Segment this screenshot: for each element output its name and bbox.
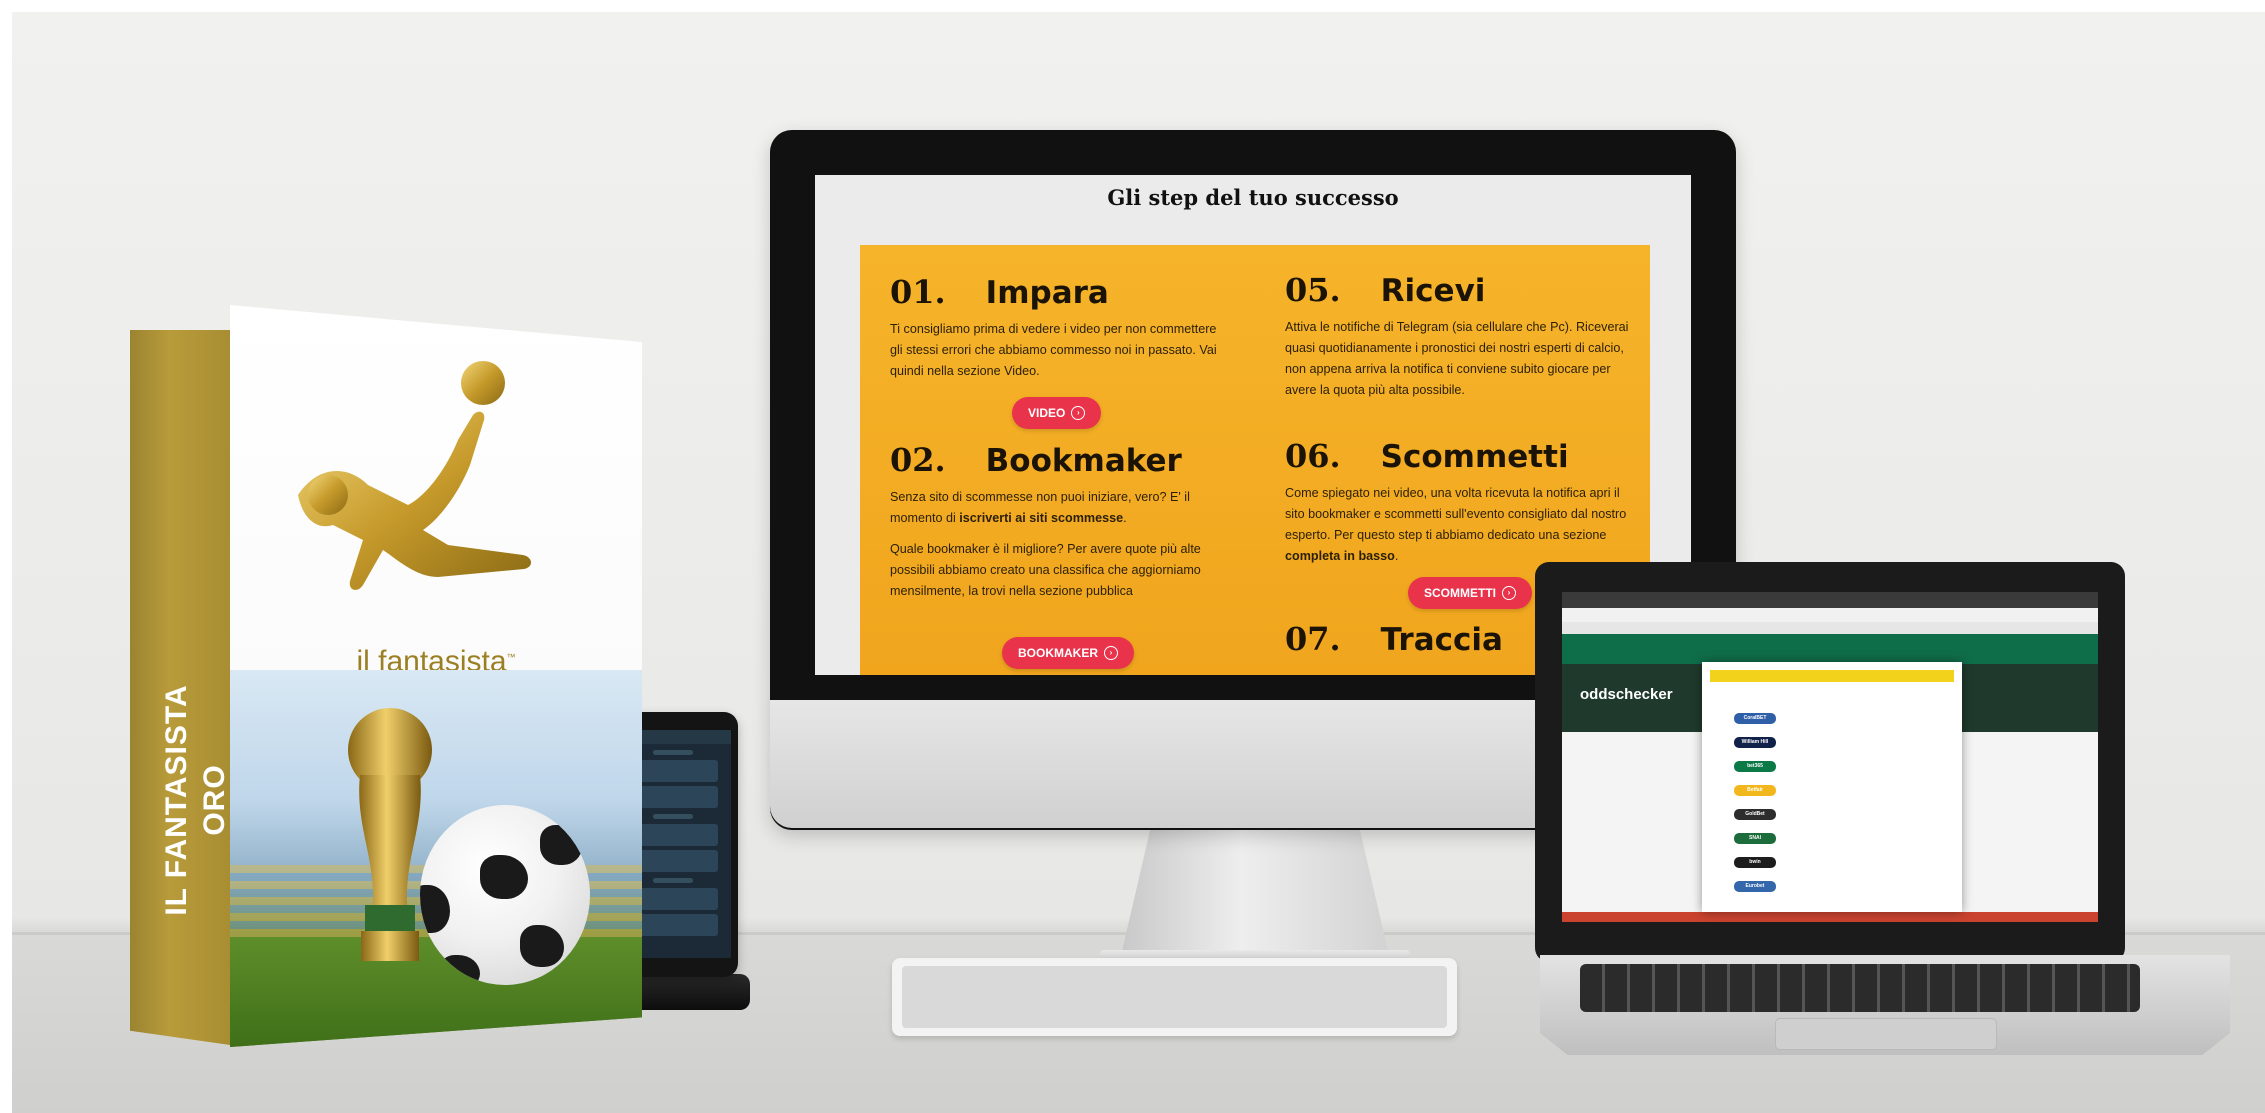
bookmaker-modal: CoralBET William Hill bet365 Betfair GoldBet… bbox=[1702, 662, 1962, 912]
browser-tabs bbox=[1562, 592, 2098, 608]
laptop-keyboard bbox=[1580, 964, 2140, 1012]
step-number: 01. bbox=[890, 273, 946, 311]
bookmaker-logo: Eurobet bbox=[1734, 881, 1776, 892]
step-title: Traccia bbox=[1380, 622, 1503, 658]
gold-bicycle-kick-player-icon bbox=[298, 361, 532, 590]
step-description: Attiva le notifiche di Telegram (sia cel… bbox=[1285, 320, 1629, 397]
step-title: Bookmaker bbox=[985, 443, 1182, 479]
bookmaker-logo: CoralBET bbox=[1734, 713, 1776, 724]
trademark-mark: ™ bbox=[506, 652, 516, 662]
spine-subtitle: ORO bbox=[198, 764, 231, 836]
step-text: . bbox=[1123, 511, 1127, 525]
step-06: 06. Scommetti Come spiegato nei video, u… bbox=[1285, 437, 1630, 567]
bookmaker-row[interactable]: bwin bbox=[1712, 854, 1952, 872]
soccer-ball-icon bbox=[420, 805, 590, 985]
bookmaker-logo: bet365 bbox=[1734, 761, 1776, 772]
telegram-date-separator bbox=[653, 878, 693, 883]
step-description: Ti consigliamo prima di vedere i video p… bbox=[890, 322, 1217, 378]
circle-arrow-right-icon: › bbox=[1502, 586, 1516, 600]
step-text: Come spiegato nei video, una volta ricev… bbox=[1285, 486, 1627, 542]
browser-address-bar bbox=[1562, 608, 2098, 622]
site-footer bbox=[1562, 912, 2098, 922]
spine-title: IL FANTASISTA bbox=[160, 684, 193, 916]
step-number: 02. bbox=[890, 441, 946, 479]
bookmaker-row[interactable]: CoralBET bbox=[1712, 710, 1952, 728]
bookmaker-button-label: BOOKMAKER bbox=[1018, 646, 1098, 660]
step-text-bold: iscriverti ai siti scommesse bbox=[959, 511, 1124, 525]
site-header bbox=[1562, 634, 2098, 664]
page-title: Gli step del tuo successo bbox=[1107, 185, 1399, 210]
bookmaker-row[interactable]: SNAI bbox=[1712, 830, 1952, 848]
browser-bookmarks-bar bbox=[1562, 622, 2098, 634]
laptop-screen: oddschecker CoralBET William Hill bet365 Be… bbox=[1562, 592, 2098, 922]
circle-arrow-right-icon: › bbox=[1071, 406, 1086, 420]
scommetti-button[interactable]: SCOMMETTI › bbox=[1408, 577, 1532, 609]
bookmaker-row[interactable]: GoldBet bbox=[1712, 806, 1952, 824]
step-title: Ricevi bbox=[1380, 273, 1486, 309]
bookmaker-row[interactable]: Eurobet bbox=[1712, 878, 1952, 896]
steps-panel: 01. Impara Ti consigliamo prima di veder… bbox=[860, 245, 1650, 675]
step-description: Come spiegato nei video, una volta ricev… bbox=[1285, 483, 1630, 567]
bookmaker-logo: bwin bbox=[1734, 857, 1776, 868]
step-description-2: Quale bookmaker è il migliore? Per avere… bbox=[890, 542, 1201, 598]
step-title: Scommetti bbox=[1380, 439, 1569, 475]
bookmaker-row[interactable]: William Hill bbox=[1712, 734, 1952, 752]
bookmaker-row[interactable]: Betfair bbox=[1712, 782, 1952, 800]
telegram-date-separator bbox=[653, 814, 693, 819]
step-02: 02. Bookmaker Senza sito di scommesse no… bbox=[890, 441, 1240, 602]
modal-banner bbox=[1710, 670, 1954, 682]
bookmaker-logo: GoldBet bbox=[1734, 809, 1776, 820]
circle-arrow-right-icon: › bbox=[1104, 646, 1118, 660]
bookmaker-logo: SNAI bbox=[1734, 833, 1776, 844]
bookmaker-row[interactable]: bet365 bbox=[1712, 758, 1952, 776]
imac-stand bbox=[1120, 820, 1390, 960]
site-logo: oddschecker bbox=[1580, 686, 1673, 703]
step-01: 01. Impara Ti consigliamo prima di veder… bbox=[890, 273, 1230, 382]
video-button-label: VIDEO bbox=[1028, 406, 1066, 420]
bookmaker-logo: William Hill bbox=[1734, 737, 1776, 748]
step-number: 06. bbox=[1285, 437, 1341, 475]
keyboard-keys bbox=[902, 966, 1447, 1028]
bookmaker-logo: Betfair bbox=[1734, 785, 1776, 796]
step-number: 05. bbox=[1285, 271, 1341, 309]
step-05: 05. Ricevi Attiva le notifiche di Telegr… bbox=[1285, 271, 1630, 401]
laptop-trackpad bbox=[1775, 1018, 1997, 1050]
step-title: Impara bbox=[985, 275, 1109, 311]
step-description: Senza sito di scommesse non puoi iniziar… bbox=[890, 487, 1240, 529]
step-number: 07. bbox=[1285, 620, 1341, 658]
keyboard bbox=[892, 958, 1457, 1036]
scommetti-button-label: SCOMMETTI bbox=[1424, 586, 1496, 600]
box-front: il fantasista™ bbox=[230, 305, 642, 1047]
telegram-date-separator bbox=[653, 750, 693, 755]
bookmaker-button[interactable]: BOOKMAKER › bbox=[1002, 637, 1134, 669]
step-text-bold: completa in basso bbox=[1285, 549, 1395, 563]
step-text: . bbox=[1394, 549, 1399, 563]
video-button[interactable]: VIDEO › bbox=[1012, 397, 1102, 429]
